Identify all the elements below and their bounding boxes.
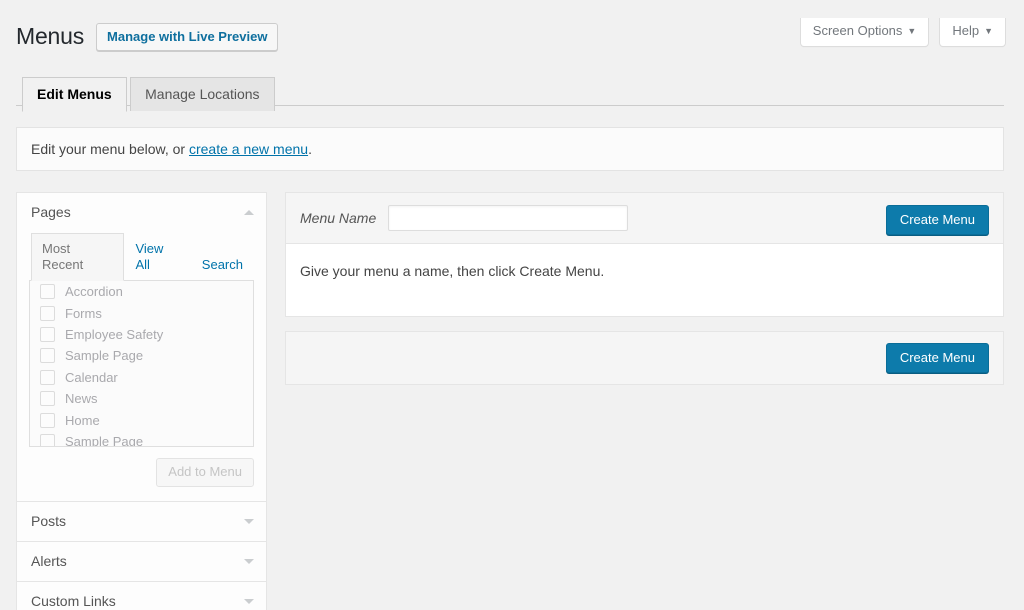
manage-with-live-preview-button[interactable]: Manage with Live Preview	[96, 22, 279, 51]
menu-instruction: Give your menu a name, then click Create…	[286, 244, 1003, 316]
list-item[interactable]: Accordion	[30, 281, 253, 302]
tab-edit-menus[interactable]: Edit Menus	[22, 77, 127, 112]
menu-footer-bar: Create Menu	[285, 331, 1004, 385]
list-item-label: Accordion	[65, 284, 123, 300]
header-actions: Screen Options ▼ Help ▼	[799, 18, 1006, 47]
chevron-down-icon[interactable]	[244, 518, 254, 524]
list-item-label: News	[65, 391, 98, 407]
screen-options-label: Screen Options	[812, 23, 903, 38]
notice-text-after: .	[308, 141, 312, 157]
menu-editor: Menu Name Create Menu Give your menu a n…	[285, 192, 1004, 385]
checkbox-icon[interactable]	[40, 433, 55, 446]
create-a-new-menu-link[interactable]: create a new menu	[189, 141, 308, 157]
list-item[interactable]: Sample Page	[30, 431, 253, 447]
panel-custom-links-header[interactable]: Custom Links	[17, 582, 266, 610]
list-item-label: Employee Safety	[65, 326, 164, 342]
list-item[interactable]: Home	[30, 409, 253, 430]
tab-manage-locations[interactable]: Manage Locations	[130, 77, 275, 111]
panel-custom-links: Custom Links	[16, 581, 267, 610]
panel-pages-title: Pages	[31, 204, 71, 220]
list-item-label: Home	[65, 412, 100, 428]
pages-inner-tabs: Most Recent View All Search	[29, 232, 254, 281]
panel-pages: Pages Most Recent View All Search Accord…	[16, 192, 267, 501]
sidebar-panels: Pages Most Recent View All Search Accord…	[16, 192, 267, 610]
panel-alerts: Alerts	[16, 541, 267, 581]
checkbox-icon[interactable]	[40, 305, 55, 321]
chevron-down-icon[interactable]	[244, 558, 254, 564]
tab-most-recent[interactable]: Most Recent	[31, 233, 125, 281]
panel-pages-header[interactable]: Pages	[17, 193, 266, 232]
tab-search[interactable]: Search	[191, 249, 254, 281]
help-label: Help	[952, 23, 980, 38]
pages-list[interactable]: Accordion Forms Employee Safety Sample P…	[29, 281, 254, 447]
panel-alerts-header[interactable]: Alerts	[17, 542, 266, 581]
list-item-label: Sample Page	[65, 433, 144, 447]
page-title: Menus	[16, 23, 85, 49]
list-item[interactable]: Forms	[30, 302, 253, 323]
list-item-label: Calendar	[65, 369, 118, 385]
menu-name-input[interactable]	[388, 205, 629, 231]
page-header: Menus Manage with Live Preview Screen Op…	[0, 0, 1024, 70]
list-item-label: Sample Page	[65, 348, 144, 364]
help-button[interactable]: Help ▼	[939, 18, 1006, 47]
tab-view-all[interactable]: View All	[124, 233, 190, 281]
add-to-menu-row: Add to Menu	[29, 447, 254, 491]
panel-posts-header[interactable]: Posts	[17, 502, 266, 541]
screen-options-button[interactable]: Screen Options ▼	[799, 18, 930, 47]
checkbox-icon[interactable]	[40, 284, 55, 300]
checkbox-icon[interactable]	[40, 348, 55, 364]
list-item-label: Forms	[65, 305, 102, 321]
panel-posts: Posts	[16, 501, 267, 541]
list-item[interactable]: News	[30, 388, 253, 409]
chevron-down-icon[interactable]	[244, 598, 254, 604]
menu-name-label: Menu Name	[300, 210, 377, 226]
add-to-menu-button[interactable]: Add to Menu	[156, 458, 254, 487]
panel-custom-links-title: Custom Links	[31, 593, 116, 609]
menu-settings-box: Menu Name Create Menu Give your menu a n…	[285, 192, 1004, 317]
panel-posts-title: Posts	[31, 513, 67, 529]
panel-pages-body: Most Recent View All Search Accordion Fo…	[17, 232, 266, 501]
list-item[interactable]: Calendar	[30, 367, 253, 388]
menu-name-row: Menu Name Create Menu	[286, 193, 1003, 244]
create-menu-button-footer[interactable]: Create Menu	[885, 343, 989, 373]
list-item[interactable]: Employee Safety	[30, 324, 253, 345]
checkbox-icon[interactable]	[40, 412, 55, 428]
notice-text-before: Edit your menu below, or	[31, 141, 189, 157]
content-columns: Pages Most Recent View All Search Accord…	[16, 192, 1004, 610]
checkbox-icon[interactable]	[40, 391, 55, 407]
panel-alerts-title: Alerts	[31, 553, 67, 569]
chevron-down-icon: ▼	[907, 26, 917, 36]
chevron-up-icon[interactable]	[244, 209, 254, 215]
nav-tabs: Edit Menus Manage Locations	[16, 76, 1004, 112]
chevron-down-icon: ▼	[984, 26, 993, 36]
notice-edit-menu: Edit your menu below, or create a new me…	[16, 127, 1004, 171]
checkbox-icon[interactable]	[40, 326, 55, 342]
list-item[interactable]: Sample Page	[30, 345, 253, 366]
create-menu-button[interactable]: Create Menu	[885, 205, 989, 235]
checkbox-icon[interactable]	[40, 369, 55, 385]
